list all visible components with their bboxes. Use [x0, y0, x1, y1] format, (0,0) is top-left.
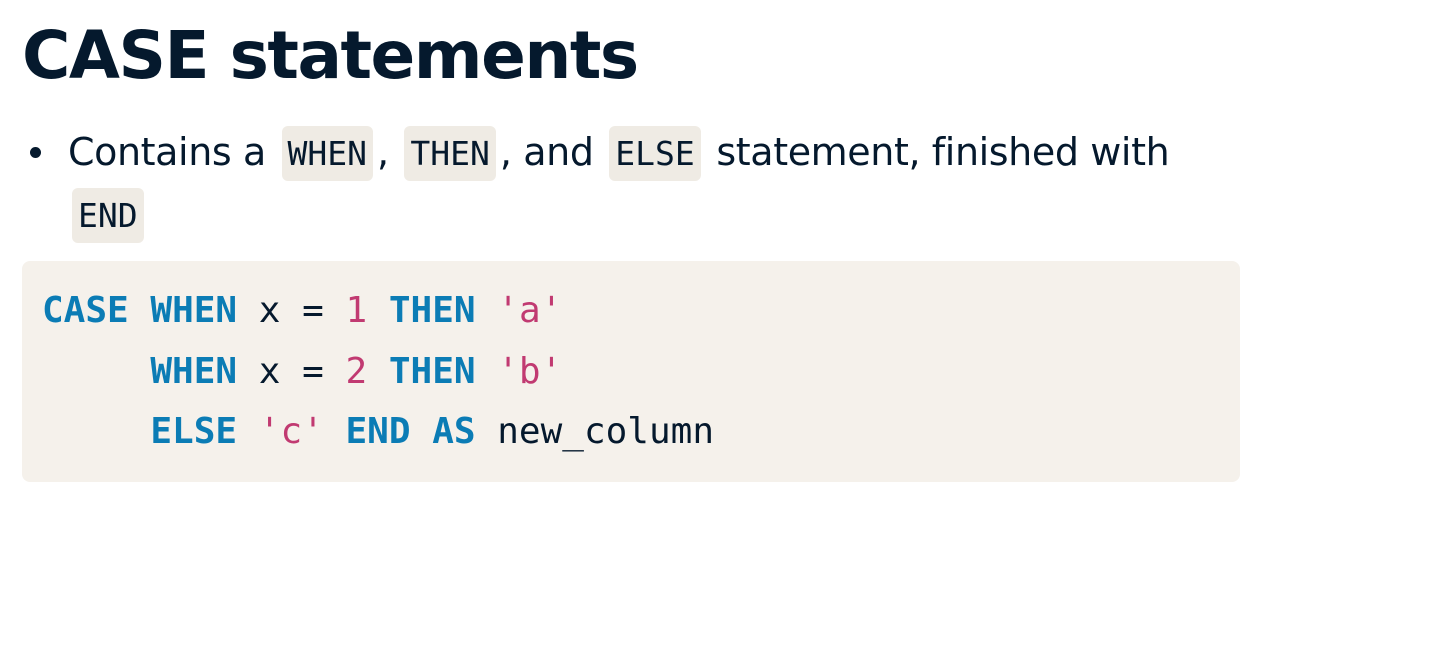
code-plain: x =	[258, 350, 324, 392]
code-number: 2	[345, 350, 368, 392]
code-keyword: WHEN	[150, 350, 238, 392]
code-string: 'a'	[497, 290, 563, 331]
code-keyword: ELSE	[150, 411, 238, 452]
code-line-2: WHEN x = 2 THEN 'b'	[42, 342, 1220, 403]
bullet-text: statement, finished with	[716, 130, 1170, 174]
code-block: CASE WHEN x = 1 THEN 'a' WHEN x = 2 THEN…	[22, 261, 1240, 482]
code-keyword: THEN	[388, 350, 476, 392]
code-line-3: ELSE 'c' END AS new_column	[42, 402, 1220, 463]
code-keyword: WHEN	[150, 290, 238, 331]
code-string: 'b'	[497, 350, 563, 392]
inline-code-when: WHEN	[281, 126, 374, 181]
code-number: 1	[345, 290, 368, 331]
bullet-text: ,	[377, 130, 389, 174]
inline-code-then: THEN	[404, 126, 496, 181]
inline-code-end: END	[72, 188, 144, 243]
code-line-1: CASE WHEN x = 1 THEN 'a'	[42, 281, 1220, 342]
code-keyword: THEN	[388, 290, 476, 331]
code-string: 'c'	[258, 411, 324, 452]
bullet-text: , and	[499, 130, 594, 174]
bullet-text: Contains a	[68, 130, 266, 174]
bullet-dot	[30, 147, 41, 158]
bullet-list: Contains a WHEN, THEN, and ELSE statemen…	[28, 122, 1248, 246]
code-plain: new_column	[497, 411, 714, 452]
bullet-item: Contains a WHEN, THEN, and ELSE statemen…	[28, 122, 1248, 246]
slide-title: CASE statements	[22, 17, 639, 94]
code-keyword: AS	[432, 411, 476, 452]
code-plain: x =	[258, 290, 324, 331]
code-keyword: CASE	[42, 290, 129, 331]
inline-code-else: ELSE	[609, 126, 701, 181]
code-keyword: END	[345, 411, 411, 452]
